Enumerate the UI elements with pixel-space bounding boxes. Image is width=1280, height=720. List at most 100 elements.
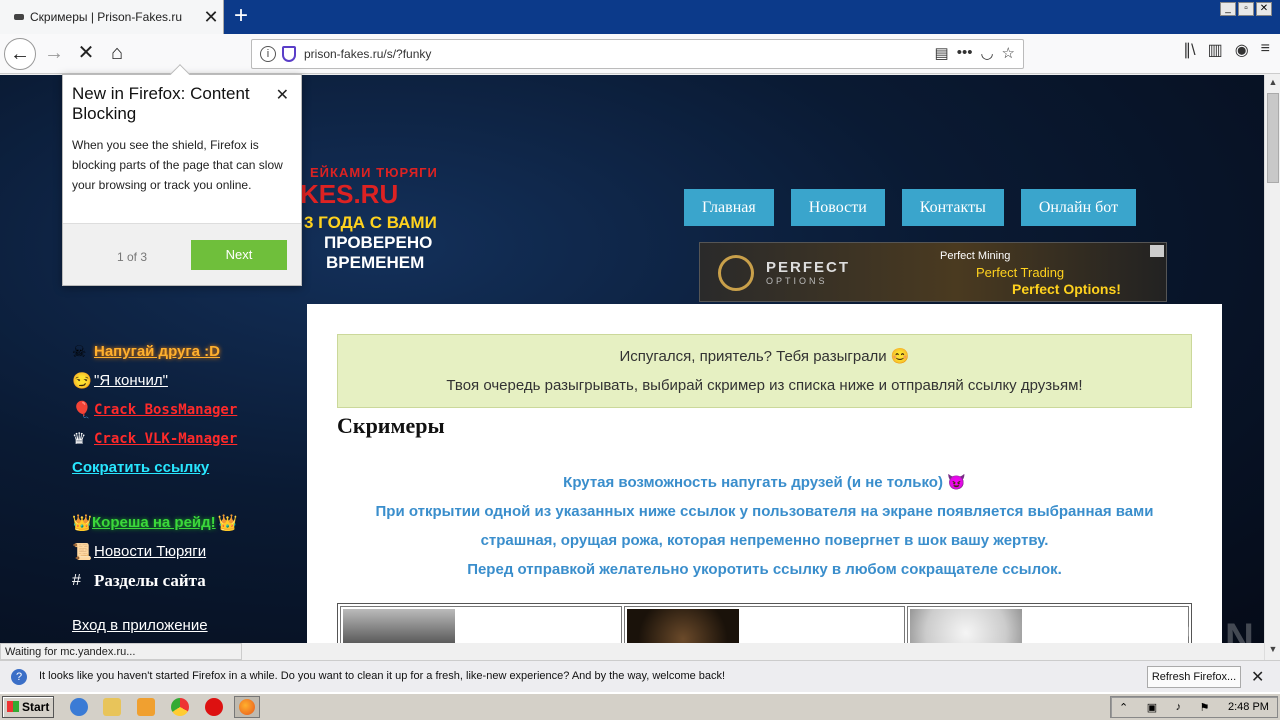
- refresh-firefox-button[interactable]: Refresh Firefox...: [1147, 666, 1241, 688]
- windows-logo-icon: [7, 701, 19, 712]
- logo-line-2: KES.RU: [300, 179, 399, 209]
- windows-taskbar: Start ⌃ ▣ ♪ ⚑ 2:48 PM: [0, 692, 1280, 720]
- sidebar-link[interactable]: Crack BossManager: [94, 402, 237, 418]
- sidebar-icon[interactable]: ▥: [1208, 40, 1223, 60]
- window-controls: _ ▫ ✕: [1220, 2, 1272, 16]
- sidebar-link[interactable]: Новости Тюряги: [94, 543, 206, 560]
- sidebar-link[interactable]: Вход в приложение: [72, 617, 208, 634]
- content-blocking-popup: New in Firefox: Content Blocking ✕ When …: [62, 64, 302, 286]
- popup-step-counter: 1 of 3: [117, 250, 148, 264]
- notice-line-2: Твоя очередь разыгрывать, выбирай скриме…: [446, 377, 1083, 394]
- screamer-thumbnail[interactable]: [343, 609, 455, 643]
- reader-view-icon[interactable]: ▤: [935, 44, 949, 62]
- intro-line-2: При открытии одной из указанных ниже ссы…: [375, 503, 1154, 520]
- popup-next-button[interactable]: Next: [191, 240, 287, 270]
- nav-online-bot[interactable]: Онлайн бот: [1020, 189, 1137, 226]
- logo-line-3: 3 ГОДА С ВАМИ: [304, 213, 437, 232]
- chrome-icon[interactable]: [171, 698, 189, 716]
- sidebar-heading: Разделы сайта: [94, 570, 206, 590]
- active-tab[interactable]: Скримеры | Prison-Fakes.ru ✕: [0, 0, 224, 34]
- banner-line-1: Perfect Mining: [940, 250, 1011, 262]
- site-sidebar: ☠ Напугай друга :D 😏 "Я кончил" 🎈 Crack …: [72, 337, 272, 640]
- stop-loading-button[interactable]: ✕: [70, 38, 102, 70]
- clock[interactable]: 2:48 PM: [1228, 701, 1269, 713]
- sidebar-item-ya-konchil: 😏 "Я кончил": [72, 366, 272, 395]
- media-player-icon[interactable]: [137, 698, 155, 716]
- start-label: Start: [22, 700, 50, 714]
- explorer-folder-icon[interactable]: [103, 698, 121, 716]
- screamer-thumbnail[interactable]: [626, 609, 739, 643]
- home-button[interactable]: ⌂: [101, 38, 133, 70]
- tab-strip: Скримеры | Prison-Fakes.ru ✕ + _ ▫ ✕: [0, 0, 1280, 34]
- banner-brand: PERFECT: [766, 259, 851, 276]
- sidebar-link[interactable]: Сократить ссылку: [72, 459, 209, 476]
- intro-text: Крутая возможность напугать друзей (и не…: [337, 468, 1192, 584]
- notification-close-icon[interactable]: ✕: [1251, 667, 1264, 687]
- tray-expand-icon[interactable]: ⌃: [1119, 701, 1128, 714]
- logo-line-5: ВРЕМЕНЕМ: [326, 253, 425, 272]
- page-scrollbar[interactable]: ▲ ▼: [1264, 75, 1280, 660]
- popup-title: New in Firefox: Content Blocking: [72, 84, 250, 123]
- opera-icon[interactable]: [205, 698, 223, 716]
- forward-button[interactable]: →: [38, 38, 70, 70]
- sidebar-item-app-login: Вход в приложение: [72, 611, 272, 640]
- balloon-icon: 🎈: [72, 401, 92, 419]
- sidebar-item-crack-bossmanager: 🎈 Crack BossManager: [72, 395, 272, 424]
- menu-icon[interactable]: ≡: [1261, 40, 1270, 60]
- banner-line-3: Perfect Options!: [1012, 281, 1121, 297]
- screamer-card[interactable]: [623, 606, 906, 643]
- library-icon[interactable]: ∥\: [1183, 40, 1195, 60]
- ad-banner[interactable]: PERFECT OPTIONS Perfect Mining Perfect T…: [699, 242, 1167, 302]
- url-bar[interactable]: i prison-fakes.ru/s/?funky ▤ ••• ◡ ☆: [251, 39, 1024, 69]
- back-button[interactable]: ←: [4, 38, 36, 70]
- ad-choices-icon[interactable]: [1150, 245, 1164, 257]
- screamer-thumbnail[interactable]: [910, 609, 1023, 643]
- sidebar-link[interactable]: Crack VLK-Manager: [94, 431, 237, 447]
- close-tab-icon[interactable]: ✕: [199, 7, 223, 28]
- prank-notice: Испугался, приятель? Тебя разыграли 😊 Тв…: [337, 334, 1192, 408]
- nav-home[interactable]: Главная: [684, 189, 774, 226]
- navigation-toolbar: ← → ✕ ⌂ i prison-fakes.ru/s/?funky ▤ •••…: [0, 34, 1280, 74]
- scrollbar-thumb[interactable]: [1267, 93, 1279, 183]
- notice-line-1: Испугался, приятель? Тебя разыграли 😊: [619, 348, 910, 365]
- nav-news[interactable]: Новости: [790, 189, 885, 226]
- maximize-button[interactable]: ▫: [1238, 2, 1254, 16]
- popup-footer: 1 of 3 Next: [63, 223, 301, 285]
- site-info-icon[interactable]: i: [260, 46, 276, 62]
- screamer-card[interactable]: [340, 606, 622, 643]
- ie-icon[interactable]: [70, 698, 88, 716]
- scroll-down-icon[interactable]: ▼: [1267, 644, 1279, 658]
- banner-line-2: Perfect Trading: [976, 265, 1065, 280]
- logo-line-1: ЕЙКАМИ ТЮРЯГИ: [310, 165, 438, 180]
- firefox-icon: [239, 699, 255, 715]
- close-window-button[interactable]: ✕: [1256, 2, 1272, 16]
- sidebar-item-shorten-link: Сократить ссылку: [72, 453, 272, 482]
- notification-bar: ? It looks like you haven't started Fire…: [0, 660, 1280, 692]
- firefox-taskbar-button[interactable]: [234, 696, 260, 718]
- system-tray: ⌃ ▣ ♪ ⚑ 2:48 PM: [1110, 696, 1278, 718]
- url-text[interactable]: prison-fakes.ru/s/?funky: [304, 47, 431, 61]
- url-bar-actions: ▤ ••• ◡ ☆: [935, 44, 1016, 62]
- account-icon[interactable]: ◉: [1235, 40, 1249, 60]
- page-actions-icon[interactable]: •••: [957, 44, 973, 62]
- bookmark-star-icon[interactable]: ☆: [1002, 44, 1015, 62]
- pocket-icon[interactable]: ◡: [980, 44, 993, 62]
- nav-contacts[interactable]: Контакты: [901, 189, 1004, 226]
- start-button[interactable]: Start: [2, 696, 54, 718]
- scroll-icon: 📜: [72, 543, 92, 561]
- network-icon[interactable]: ▣: [1147, 701, 1157, 714]
- popup-close-icon[interactable]: ✕: [276, 85, 289, 105]
- minimize-button[interactable]: _: [1220, 2, 1236, 16]
- sidebar-link[interactable]: "Я кончил": [94, 372, 168, 389]
- scroll-up-icon[interactable]: ▲: [1267, 77, 1279, 91]
- flag-icon[interactable]: ⚑: [1200, 701, 1210, 714]
- sidebar-link[interactable]: Напугай друга :D: [94, 343, 220, 360]
- tracking-protection-shield-icon[interactable]: [282, 46, 296, 62]
- toolbar-right: ∥\ ▥ ◉ ≡: [1183, 40, 1280, 60]
- sidebar-link[interactable]: Кореша на рейд!: [92, 514, 216, 531]
- main-navigation: Главная Новости Контакты Онлайн бот: [684, 189, 1137, 226]
- main-content: Испугался, приятель? Тебя разыграли 😊 Тв…: [307, 304, 1222, 643]
- volume-icon[interactable]: ♪: [1176, 701, 1182, 713]
- new-tab-button[interactable]: +: [228, 4, 254, 30]
